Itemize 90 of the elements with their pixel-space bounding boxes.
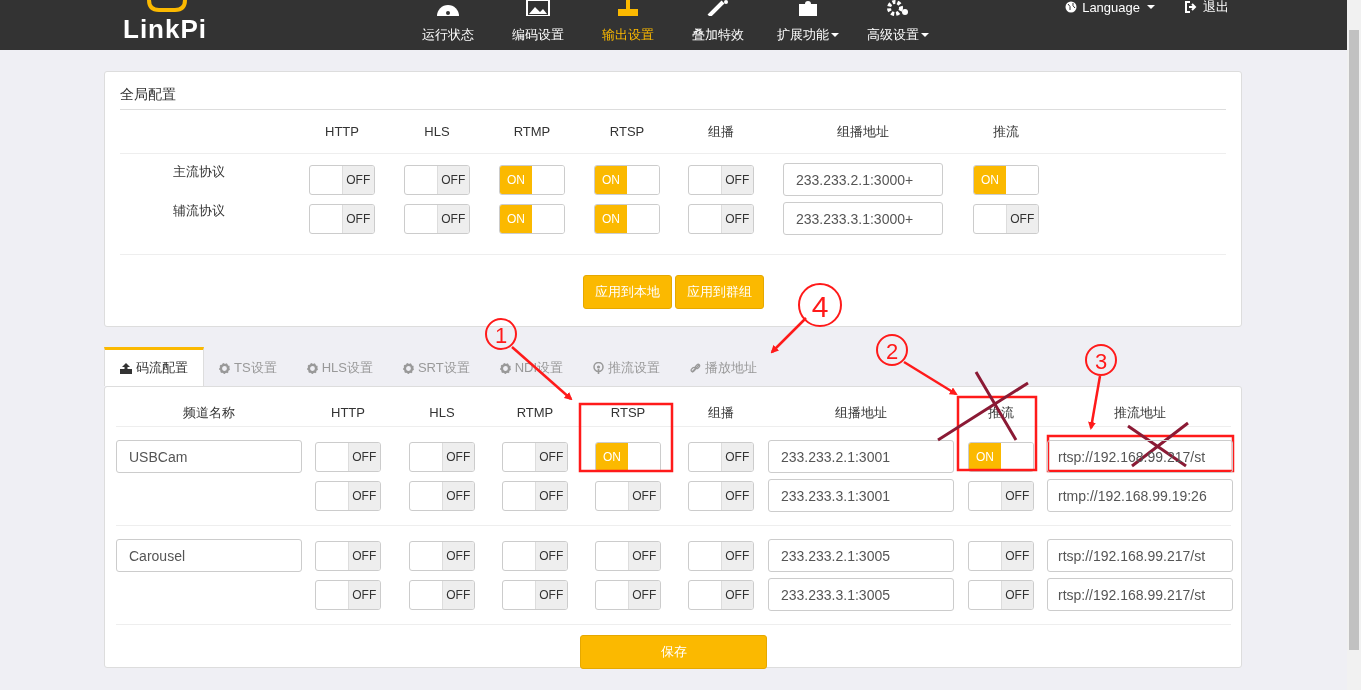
toggle-switch[interactable]: OFF: [309, 203, 375, 234]
annotation-number: 2: [876, 334, 908, 366]
wand-icon: [705, 0, 731, 16]
row-label: 主流协议: [172, 163, 226, 181]
column-header: 组播: [707, 403, 735, 422]
column-header: HTTP: [330, 405, 366, 420]
upload-icon: [615, 0, 641, 16]
toggle-switch[interactable]: OFF: [688, 203, 754, 234]
toggle-switch[interactable]: OFF: [968, 480, 1034, 511]
multicast-address-field[interactable]: 233.233.2.1:3001: [768, 440, 954, 473]
multicast-address-field[interactable]: 233.233.3.1:3000+: [783, 202, 943, 235]
toggle-switch[interactable]: OFF: [502, 579, 568, 610]
toggle-switch[interactable]: OFF: [688, 164, 754, 195]
column-header: RTMP: [515, 405, 555, 420]
annotation-arrow: [511, 346, 573, 401]
column-header: 组播: [707, 122, 735, 141]
toggle-switch[interactable]: OFF: [688, 540, 754, 571]
column-header: 频道名称: [182, 403, 236, 422]
toggle-switch[interactable]: OFF: [973, 203, 1039, 234]
multicast-address-field[interactable]: 233.233.3.1:3001: [768, 479, 954, 512]
column-header: HLS: [428, 405, 456, 420]
toggle-switch[interactable]: OFF: [502, 480, 568, 511]
tab[interactable]: 码流配置: [104, 347, 204, 386]
column-header: RTSP: [608, 124, 646, 139]
column-header: 组播地址: [834, 403, 888, 422]
push-address-field[interactable]: rtmp://192.168.99.19:26: [1047, 479, 1233, 512]
image-icon: [525, 0, 551, 16]
link-icon: [690, 362, 702, 374]
annotation-arrow: [1088, 375, 1102, 430]
gear-icon: [402, 362, 414, 374]
toggle-switch[interactable]: OFF: [688, 579, 754, 610]
column-header: 推流地址: [1113, 403, 1167, 422]
toggle-switch[interactable]: OFF: [688, 480, 754, 511]
caret-icon: [1147, 5, 1155, 9]
toggle-switch[interactable]: OFF: [968, 579, 1034, 610]
annotation-arrow: [770, 317, 807, 354]
logo-icon: [145, 0, 189, 12]
upload-icon: [120, 362, 132, 374]
logout-link[interactable]: 退出: [1185, 0, 1229, 14]
toggle-switch[interactable]: OFF: [595, 579, 661, 610]
row-label: 辅流协议: [172, 202, 226, 220]
toggle-switch[interactable]: OFF: [595, 480, 661, 511]
toggle-switch[interactable]: OFF: [315, 480, 381, 511]
toggle-switch[interactable]: OFF: [502, 441, 568, 472]
column-header: 组播地址: [836, 122, 890, 141]
toggle-switch[interactable]: OFF: [688, 441, 754, 472]
annotation-number: 1: [485, 318, 517, 350]
annotation-arrow: [903, 360, 958, 396]
column-header: 推流: [992, 122, 1020, 141]
gear-icon: [219, 362, 230, 374]
sign-out-icon: [1185, 1, 1198, 13]
nav-item[interactable]: 输出设置: [583, 0, 673, 44]
toggle-switch[interactable]: OFF: [404, 164, 470, 195]
multicast-address-field[interactable]: 233.233.2.1:3000+: [783, 163, 943, 196]
annotation-number: 4: [798, 283, 842, 327]
multicast-address-field[interactable]: 233.233.3.1:3005: [768, 578, 954, 611]
nav-item[interactable]: 高级设置: [853, 0, 943, 44]
gears-icon: [885, 0, 911, 16]
toggle-switch[interactable]: OFF: [409, 441, 475, 472]
column-header: HLS: [423, 124, 451, 139]
toggle-switch[interactable]: OFF: [409, 540, 475, 571]
nav-item[interactable]: 叠加特效: [673, 0, 763, 44]
column-header: RTSP: [609, 405, 647, 420]
logo-text: LinkPi: [123, 16, 207, 42]
nav-item[interactable]: 编码设置: [493, 0, 583, 44]
toggle-switch[interactable]: OFF: [409, 579, 475, 610]
column-header: RTMP: [512, 124, 552, 139]
toggle-switch[interactable]: OFF: [968, 540, 1034, 571]
language-menu[interactable]: Language: [1065, 0, 1155, 14]
toggle-switch[interactable]: OFF: [315, 579, 381, 610]
annotation-number: 3: [1085, 344, 1117, 376]
gear-icon: [499, 362, 511, 374]
multicast-address-field[interactable]: 233.233.2.1:3005: [768, 539, 954, 572]
toggle-switch[interactable]: OFF: [309, 164, 375, 195]
podcast-icon: [593, 362, 605, 374]
channel-name-field[interactable]: USBCam: [116, 440, 302, 473]
gear-icon: [306, 362, 318, 374]
toggle-switch[interactable]: OFF: [315, 441, 381, 472]
push-address-field[interactable]: rtsp://192.168.99.217/st: [1047, 578, 1233, 611]
toggle-switch[interactable]: OFF: [595, 540, 661, 571]
toggle-switch[interactable]: OFF: [404, 203, 470, 234]
column-header: HTTP: [324, 124, 360, 139]
panel-title: 全局配置: [120, 86, 1226, 110]
toggle-switch[interactable]: OFF: [502, 540, 568, 571]
nav-item[interactable]: 扩展功能: [763, 0, 853, 44]
channel-name-field[interactable]: Carousel: [116, 539, 302, 572]
toggle-switch[interactable]: OFF: [409, 480, 475, 511]
toggle-switch[interactable]: OFF: [315, 540, 381, 571]
push-address-field[interactable]: rtsp://192.168.99.217/st: [1047, 539, 1233, 572]
nav-item[interactable]: 运行状态: [403, 0, 493, 44]
